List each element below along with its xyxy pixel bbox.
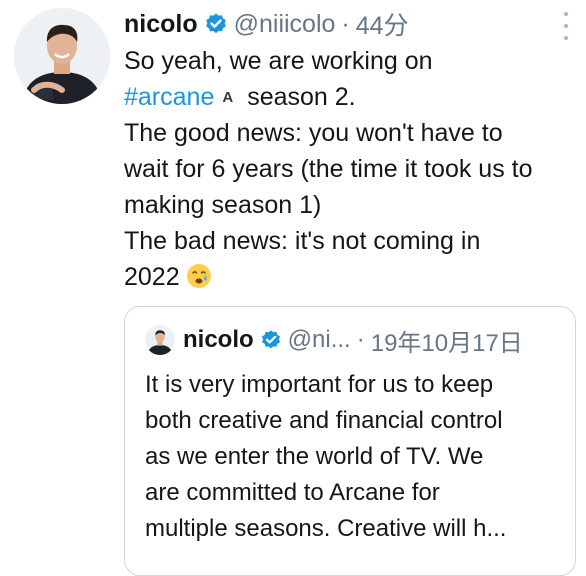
tweet-line-last: 2022 (124, 259, 574, 295)
arcane-hashflag-icon: A (222, 89, 234, 106)
tweet-line-rest: season 2. (247, 83, 356, 111)
quoted-tweet-body: It is very important for us to keep both… (145, 367, 565, 547)
crying-face-emoji-icon (186, 263, 212, 289)
tweet-line: making season 1) (124, 191, 322, 219)
verified-badge-icon (204, 12, 228, 36)
quoted-tweet-header: nicolo @ni... · 19年10月17日 (145, 323, 523, 357)
tweet-line-text: 2022 (124, 263, 180, 291)
quoted-tweet-line: multiple seasons. Creative will h... (145, 515, 507, 542)
tweet-line-hashtag: #arcane Aseason 2. (124, 79, 574, 115)
quoted-tweet-line: as we enter the world of TV. We (145, 443, 484, 470)
tweet-body: So yeah, we are working on #arcane Aseaso… (124, 43, 574, 295)
quoted-tweet-date: 19年10月17日 (370, 329, 523, 357)
tweet-line: The bad news: it's not coming in (124, 227, 481, 255)
tweet-header: nicolo @niiicolo · 44分 (124, 6, 409, 42)
quoted-tweet-line: are committed to Arcane for (145, 479, 440, 506)
tweet-line: The good news: you won't have to (124, 119, 503, 147)
tweet-timestamp[interactable]: 44分 (356, 6, 409, 42)
header-separator: · (341, 9, 350, 38)
tweet-line: So yeah, we are working on (124, 47, 433, 75)
quoted-tweet-line: It is very important for us to keep (145, 371, 494, 398)
hashtag-link[interactable]: #arcane (124, 83, 214, 111)
quoted-author-name: nicolo (183, 326, 254, 353)
quoted-header-separator: · (356, 326, 365, 353)
author-avatar[interactable] (14, 8, 110, 104)
verified-badge-icon (260, 329, 282, 351)
author-name[interactable]: nicolo (124, 10, 198, 39)
more-vertical-icon[interactable] (556, 12, 576, 40)
quoted-tweet[interactable]: nicolo @ni... · 19年10月17日 It is very imp… (124, 306, 576, 576)
quoted-tweet-line: both creative and financial control (145, 407, 503, 434)
quoted-author-avatar (145, 325, 175, 355)
author-handle[interactable]: @niiicolo (234, 10, 336, 39)
tweet-card[interactable]: nicolo @niiicolo · 44分 So yeah, we are w… (0, 0, 586, 576)
quoted-author-handle: @ni... (287, 326, 351, 353)
tweet-line: wait for 6 years (the time it took us to (124, 155, 533, 183)
